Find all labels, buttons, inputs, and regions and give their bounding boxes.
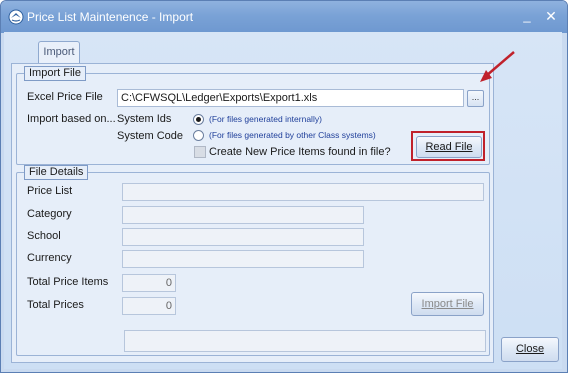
system-ids-label: System Ids — [117, 113, 172, 125]
tab-import[interactable]: Import — [38, 41, 80, 64]
system-ids-radio[interactable] — [193, 114, 204, 125]
school-label: School — [27, 230, 61, 242]
total-prices-label: Total Prices — [27, 299, 84, 311]
create-new-items-checkbox[interactable] — [194, 146, 206, 158]
minimize-button[interactable]: _ — [518, 8, 536, 24]
title-bar[interactable]: Price List Maintenence - Import _ ✕ — [1, 1, 567, 33]
close-button[interactable]: Close — [501, 337, 559, 362]
system-code-label: System Code — [117, 130, 184, 142]
app-icon — [8, 9, 24, 25]
system-code-hint: (For files generated by other Class syst… — [209, 130, 376, 140]
system-ids-hint: (For files generated internally) — [209, 114, 322, 124]
excel-price-file-label: Excel Price File — [27, 91, 103, 103]
price-list-label: Price List — [27, 185, 73, 197]
system-code-radio[interactable] — [193, 130, 204, 141]
file-details-legend: File Details — [24, 165, 89, 180]
import-file-button[interactable]: Import File — [411, 292, 484, 316]
total-prices-field: 0 — [122, 297, 176, 315]
arrow-pointer-icon — [480, 51, 515, 82]
browse-button[interactable]: ... — [467, 90, 484, 107]
school-field — [122, 228, 364, 246]
read-file-button[interactable]: Read File — [416, 136, 482, 158]
currency-field — [122, 250, 364, 268]
excel-price-file-input[interactable]: C:\CFWSQL\Ledger\Exports\Export1.xls — [117, 89, 464, 107]
currency-label: Currency — [27, 252, 72, 264]
import-file-legend: Import File — [24, 66, 86, 81]
import-based-on-label: Import based on... — [27, 113, 116, 125]
create-new-items-label: Create New Price Items found in file? — [209, 146, 391, 158]
window-title: Price List Maintenence - Import — [27, 10, 194, 24]
category-label: Category — [27, 208, 72, 220]
progress-status-bar — [124, 330, 486, 352]
total-price-items-label: Total Price Items — [27, 276, 109, 288]
category-field — [122, 206, 364, 224]
total-price-items-field: 0 — [122, 274, 176, 292]
price-list-field — [122, 183, 484, 201]
close-window-button[interactable]: ✕ — [542, 8, 560, 24]
